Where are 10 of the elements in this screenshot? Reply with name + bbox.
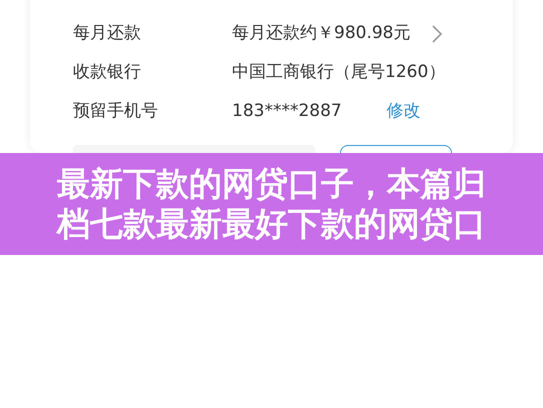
field-value: 中国工商银行（尾号1260）	[232, 60, 446, 84]
banner-title-line: 最新下款的网贷口子，本篇归	[57, 164, 486, 204]
chevron-right-icon[interactable]	[432, 24, 442, 42]
field-value: 183****2887	[232, 100, 342, 123]
field-value: 每月还款约￥980.98元	[232, 22, 410, 45]
banner-title-line: 档七款最新最好下款的网贷口	[57, 204, 486, 244]
field-label: 收款银行	[73, 60, 142, 84]
edit-link[interactable]: 修改	[386, 98, 421, 124]
field-label: 每月还款	[73, 22, 142, 45]
field-label: 预留手机号	[73, 100, 159, 123]
